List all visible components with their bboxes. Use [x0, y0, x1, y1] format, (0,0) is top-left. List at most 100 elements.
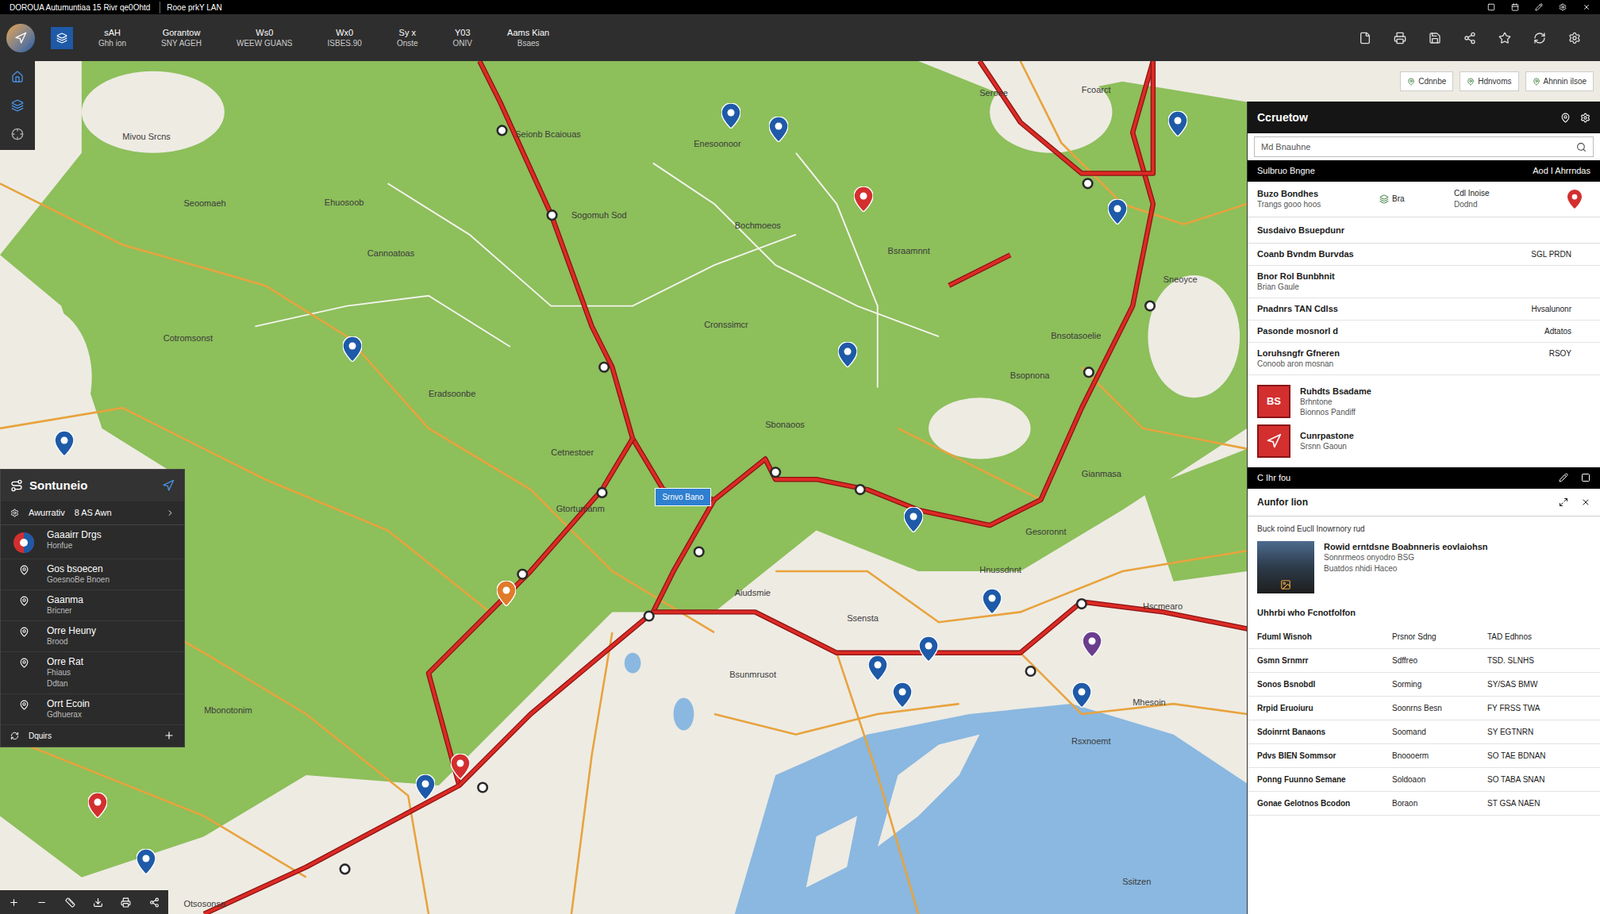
layers-icon[interactable] — [11, 99, 24, 112]
bar-right[interactable]: Aod I Ahrrndas — [1532, 164, 1591, 178]
calendar-icon[interactable] — [1511, 3, 1520, 12]
table-row[interactable]: Pdvs BIEN SommsorBnoooermSO TAE BDNAN — [1247, 744, 1600, 769]
toolbar-item[interactable]: Sy xOnste — [387, 26, 428, 50]
settings-icon[interactable] — [1558, 3, 1567, 12]
map-pin-icon[interactable] — [838, 342, 858, 368]
toolbar-action-icon[interactable] — [1463, 31, 1477, 45]
toolbar-action-icon[interactable] — [1393, 31, 1407, 45]
map-pin-icon[interactable] — [1107, 199, 1127, 225]
toolbar-item[interactable]: Y03ONIV — [443, 26, 482, 50]
route-item[interactable]: Orre RatFhiausDdtan — [0, 652, 185, 695]
pin-icon[interactable] — [1560, 112, 1571, 124]
toolbar-action-icon[interactable] — [1428, 31, 1442, 45]
detail-value: Hvsalunonr — [1530, 303, 1591, 316]
summary-row[interactable]: Buzo BondhesTrangs gooo hoosBraCdl Inois… — [1247, 181, 1600, 218]
pen-icon[interactable] — [1534, 3, 1543, 12]
route-item-detail: GoesnoBe Bnoen — [46, 574, 110, 586]
filter-row[interactable]: Awurrativ8 AS Awn — [0, 501, 185, 526]
locate-icon[interactable] — [11, 127, 24, 141]
map-pin-icon[interactable] — [868, 655, 888, 681]
map-pin-icon[interactable] — [903, 507, 924, 533]
settings-icon[interactable] — [1580, 112, 1591, 124]
map-pin-icon[interactable] — [1072, 682, 1092, 708]
detail-value: RSOY — [1549, 347, 1591, 360]
map-pin-icon[interactable] — [496, 580, 516, 607]
map-pin-icon[interactable] — [769, 116, 789, 143]
map-pin-icon[interactable] — [721, 103, 741, 129]
table-row[interactable]: Gsmn SrnmrrSdffreoTSD. SLNHS — [1247, 649, 1600, 674]
edit-icon[interactable] — [1558, 473, 1569, 483]
table-row[interactable]: Rrpid EruoiuruSoonrns BesnFY FRSS TWA — [1247, 696, 1600, 721]
map-pin-icon[interactable] — [853, 186, 874, 212]
table-row[interactable]: Ponng Fuunno SemaneSoldoaonSO TABA SNAN — [1247, 768, 1600, 793]
map-pin-icon[interactable] — [136, 849, 156, 875]
route-item[interactable]: Gos bsoecenGoesnoBe Bnoen — [0, 559, 185, 591]
window-icon[interactable] — [1580, 473, 1591, 483]
map-pin-icon[interactable] — [54, 430, 74, 457]
zoom-in-icon[interactable] — [8, 897, 20, 908]
expand-icon[interactable] — [1558, 497, 1569, 508]
map-pin-icon[interactable] — [415, 774, 435, 800]
locate-icon[interactable] — [161, 479, 175, 493]
close-icon[interactable] — [1582, 3, 1591, 12]
detail-row[interactable]: Loruhsngfr GfnerenConoob aron mosnanRSOY — [1247, 342, 1600, 376]
toolbar-action-icon[interactable] — [1358, 31, 1372, 45]
map-tools — [0, 61, 35, 150]
map-pin-icon[interactable] — [1082, 631, 1102, 658]
home-icon[interactable] — [11, 70, 24, 84]
add-icon[interactable] — [163, 730, 175, 742]
map-pin-icon[interactable] — [342, 336, 362, 362]
toolbar-action-icon[interactable] — [1498, 31, 1512, 45]
detail-row[interactable]: Pasonde mosnorl dAdtatos — [1247, 320, 1600, 343]
print-icon[interactable] — [120, 897, 131, 908]
route-item[interactable]: Orrt EcoinGdhuerax — [0, 694, 185, 726]
feature-item[interactable]: CunrpastoneSrsnn Gaoun — [1257, 424, 1591, 458]
feature-item[interactable]: BSRuhdts BsadameBrhntoneBionnos Pandiff — [1257, 384, 1591, 419]
toolbar-item[interactable]: Aams KianBsaes — [497, 26, 559, 50]
search-field[interactable]: Md Bnauhne — [1253, 136, 1594, 158]
image-icon — [1280, 579, 1292, 591]
map-pin-icon[interactable] — [919, 636, 939, 662]
toolbar-item[interactable]: GorantowSNY AGEH — [151, 26, 212, 50]
layer-chip[interactable]: Cdnnbe — [1400, 71, 1454, 92]
map-pin-icon[interactable] — [982, 588, 1002, 615]
panel-footer[interactable]: Dquirs — [0, 725, 185, 747]
share-icon[interactable] — [149, 897, 160, 908]
section-intro: Buck roind Eucll Inowrnory rud — [1247, 516, 1600, 535]
app-logo[interactable] — [6, 23, 35, 53]
map-label: Gesoronnt — [1025, 525, 1066, 539]
map-label: Sogomuh Sod — [571, 208, 627, 223]
stop-icon — [19, 565, 30, 576]
table-row[interactable]: Gonae Gelotnos BcodonBoraonST GSA NAEN — [1247, 792, 1600, 816]
toolbar-item[interactable]: Ws0WEEW GUANS — [226, 26, 303, 50]
ruler-icon[interactable] — [65, 897, 76, 908]
layer-chip[interactable]: Ahnnin ilsoe — [1525, 71, 1594, 92]
table-row[interactable]: Fduml WisnohPrsnor SdngTAD Edhnos — [1247, 625, 1600, 650]
toolbar-item[interactable]: Wx0ISBES.90 — [318, 26, 372, 50]
map-button[interactable] — [50, 26, 74, 50]
table-row[interactable]: Sdoinrnt BanaonsSoomandSY EGTNRN — [1247, 720, 1600, 745]
route-item[interactable]: GaanmaBricner — [0, 590, 185, 622]
table-row[interactable]: Sonos BsnobdlSormingSY/SAS BMW — [1247, 673, 1600, 697]
layer-chip[interactable]: Hdnvoms — [1459, 71, 1519, 92]
map-pin-icon[interactable] — [450, 753, 470, 780]
detail-row[interactable]: Bnor Rol BunbhnitBrian Gaule — [1247, 265, 1600, 299]
toolbar-item[interactable]: sAHGhh ion — [88, 26, 136, 50]
restore-icon[interactable] — [1487, 3, 1496, 12]
map-callout[interactable]: Srnvo Bano — [654, 488, 711, 507]
map-pin-icon[interactable] — [892, 682, 912, 708]
route-item[interactable]: Gaaairr DrgsHonfue — [0, 525, 185, 560]
route-item-title: Gos bsoecen — [46, 563, 110, 575]
detail-row[interactable]: Coanb Bvndm BurvdasSGL PRDN — [1247, 243, 1600, 266]
toolbar-action-icon[interactable] — [1568, 31, 1581, 45]
zoom-out-icon[interactable] — [36, 897, 47, 908]
map-pin-icon[interactable] — [1168, 111, 1188, 137]
map[interactable]: Seionb BcaiouasMivou SrcnsSeoomaehEhuoso… — [0, 61, 1600, 914]
toolbar-action-icon[interactable] — [1533, 31, 1547, 45]
route-item[interactable]: Orre HeunyBrood — [0, 621, 185, 653]
download-icon[interactable] — [92, 897, 104, 908]
detail-row[interactable]: Pnadnrs TAN CdlssHvsalunonr — [1247, 298, 1600, 321]
map-pin-icon[interactable] — [88, 792, 108, 819]
close-icon[interactable] — [1580, 497, 1591, 508]
photo-card[interactable]: Rowid erntdsne Boabnneris eovlaiohsnSonn… — [1247, 534, 1600, 600]
